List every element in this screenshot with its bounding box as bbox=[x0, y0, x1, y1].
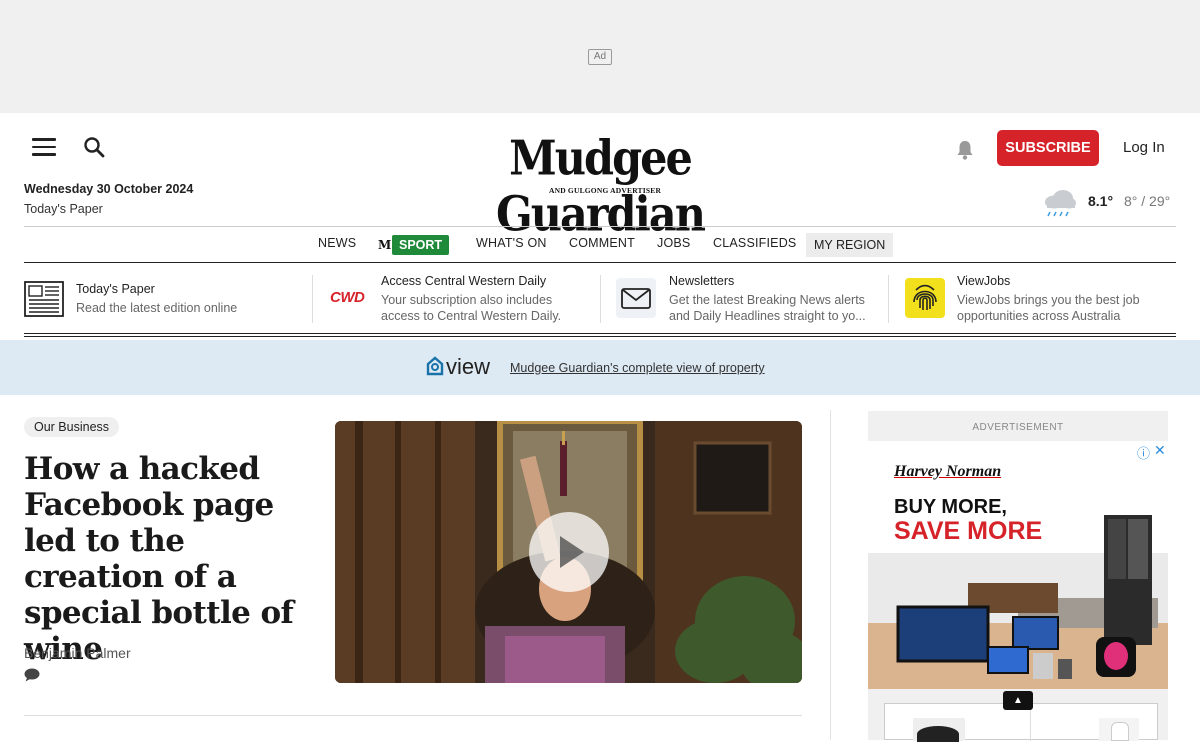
cwd-logo: CWD bbox=[330, 289, 365, 306]
promo-desc: Your subscription also includes access t… bbox=[381, 293, 562, 323]
promo-row: Today's Paper Read the latest edition on… bbox=[24, 263, 1176, 337]
view-property-bar: view Mudgee Guardian's complete view of … bbox=[0, 340, 1200, 395]
sport-m-badge: M bbox=[378, 238, 392, 252]
nav-news[interactable]: NEWS bbox=[318, 236, 356, 250]
promo-viewjobs[interactable]: ViewJobs ViewJobs brings you the best jo… bbox=[905, 273, 1176, 325]
ad-collapse-button[interactable]: ▲ bbox=[1003, 691, 1033, 710]
adchoices-icon[interactable]: ⓘ bbox=[1137, 443, 1150, 462]
promo-desc: ViewJobs brings you the best job opportu… bbox=[957, 293, 1140, 323]
article-headline[interactable]: How a hacked Facebook page led to the cr… bbox=[24, 451, 314, 667]
category-badge[interactable]: Our Business bbox=[24, 417, 120, 437]
comment-icon[interactable] bbox=[24, 668, 40, 682]
site-logo[interactable]: Mudgee Guardian AND GULGONG ADVERTISER bbox=[455, 131, 745, 243]
promo-todays-paper[interactable]: Today's Paper Read the latest edition on… bbox=[24, 273, 312, 325]
promo-divider bbox=[600, 275, 601, 323]
logo-subtitle: AND GULGONG ADVERTISER bbox=[549, 186, 662, 195]
article-author[interactable]: Benjamin Palmer bbox=[24, 645, 131, 661]
promo-title: Newsletters bbox=[669, 274, 735, 288]
main-nav: NEWS M SPORT WHAT'S ON COMMENT JOBS CLAS… bbox=[24, 226, 1176, 263]
ad-label: ADVERTISEMENT bbox=[972, 422, 1064, 433]
column-divider bbox=[830, 410, 831, 740]
promo-desc: Get the latest Breaking News alerts and … bbox=[669, 293, 866, 323]
ad-products-image bbox=[868, 515, 1168, 689]
bell-icon[interactable] bbox=[955, 139, 975, 161]
promo-divider bbox=[888, 275, 889, 323]
promo-title: ViewJobs bbox=[957, 274, 1011, 288]
newspaper-icon bbox=[24, 281, 64, 317]
ad-tag: Ad bbox=[588, 49, 612, 65]
promo-cwd[interactable]: CWD Access Central Western Daily Your su… bbox=[330, 273, 600, 325]
nav-classifieds[interactable]: CLASSIFIEDS bbox=[713, 236, 796, 250]
weather-temp: 8.1° bbox=[1088, 193, 1114, 209]
ad-lower-product-1 bbox=[913, 718, 965, 742]
video-play-button[interactable] bbox=[529, 512, 609, 592]
search-icon[interactable] bbox=[83, 136, 105, 158]
menu-icon[interactable] bbox=[32, 138, 56, 156]
nav-comment[interactable]: COMMENT bbox=[569, 236, 635, 250]
promo-newsletters[interactable]: Newsletters Get the latest Breaking News… bbox=[616, 273, 888, 325]
ad-brand: Harvey Norman bbox=[894, 463, 1002, 480]
view-logo[interactable]: view bbox=[426, 354, 504, 380]
envelope-icon bbox=[616, 278, 656, 318]
view-property-link[interactable]: Mudgee Guardian's complete view of prope… bbox=[510, 361, 765, 375]
subscribe-button[interactable]: SUBSCRIBE bbox=[997, 130, 1099, 166]
nav-sport[interactable]: M SPORT bbox=[378, 235, 450, 255]
nav-jobs[interactable]: JOBS bbox=[657, 236, 690, 250]
top-ad-banner[interactable]: Ad bbox=[0, 0, 1200, 113]
rain-cloud-icon bbox=[1045, 190, 1076, 217]
ad-close-icon[interactable]: ✕ bbox=[1154, 442, 1166, 459]
promo-desc: Read the latest edition online bbox=[76, 301, 238, 315]
fingerprint-icon bbox=[905, 278, 945, 318]
login-link[interactable]: Log In bbox=[1123, 139, 1165, 156]
nav-my-region[interactable]: MY REGION bbox=[806, 233, 894, 257]
promo-title: Today's Paper bbox=[76, 282, 155, 296]
todays-paper-link[interactable]: Today's Paper bbox=[24, 202, 103, 216]
ad-lower-product-2 bbox=[1099, 718, 1139, 741]
harvey-norman-ad[interactable]: Harvey Norman BUY MORE, SAVE MORE bbox=[868, 441, 1168, 689]
section-divider bbox=[24, 715, 802, 716]
current-date: Wednesday 30 October 2024 bbox=[24, 182, 194, 196]
promo-title: Access Central Western Daily bbox=[381, 274, 547, 288]
view-logo-text: view bbox=[446, 354, 490, 379]
product-shape bbox=[1111, 722, 1129, 741]
nav-whats-on[interactable]: WHAT'S ON bbox=[476, 236, 547, 250]
weather-range: 8° / 29° bbox=[1124, 193, 1171, 209]
sport-label: SPORT bbox=[392, 235, 450, 255]
site-header: Wednesday 30 October 2024 Today's Paper … bbox=[0, 113, 1200, 243]
promo-divider bbox=[312, 275, 313, 323]
